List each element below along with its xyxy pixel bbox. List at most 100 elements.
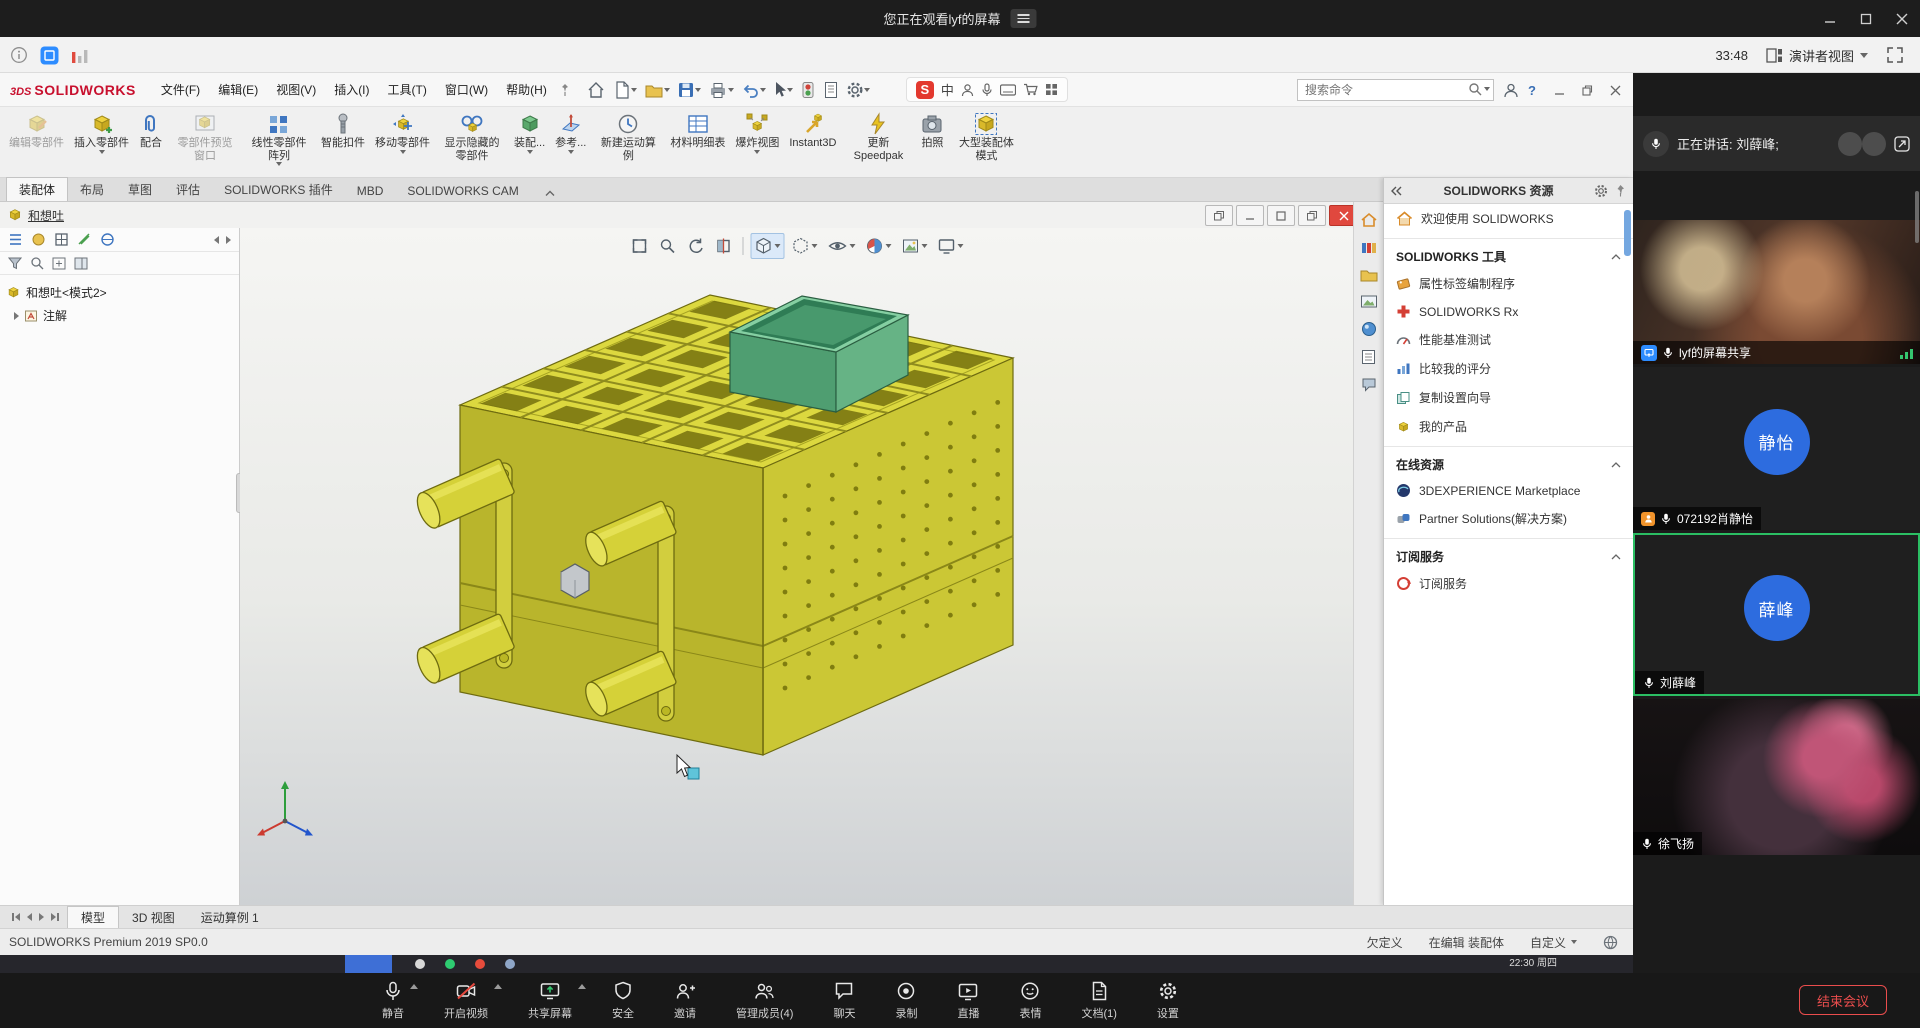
meeting-menu-icon[interactable] xyxy=(1011,9,1037,28)
dimxpert-tab-icon[interactable] xyxy=(77,232,92,247)
ribbon-show-hidden-button[interactable]: 显示隐藏的零部件 xyxy=(435,110,509,164)
record-button[interactable]: 录制 xyxy=(895,980,917,1021)
live-button[interactable]: 直播 xyxy=(957,980,979,1021)
property-manager-tab-icon[interactable] xyxy=(31,232,46,247)
chevron-up-icon[interactable] xyxy=(410,984,418,989)
new-document-button[interactable] xyxy=(611,78,639,102)
menu-help[interactable]: 帮助(H) xyxy=(497,73,556,107)
ribbon-reference-geometry-button[interactable]: 参考... xyxy=(550,110,591,156)
doc-restore-button[interactable] xyxy=(1298,205,1326,226)
section-subscription[interactable]: 订阅服务 xyxy=(1384,538,1633,569)
tab-3d-views[interactable]: 3D 视图 xyxy=(119,907,188,928)
welcome-solidworks-item[interactable]: 欢迎使用 SOLIDWORKS xyxy=(1384,204,1633,233)
save-button[interactable] xyxy=(675,79,703,101)
gear-icon[interactable] xyxy=(1594,184,1608,198)
emoji-button[interactable]: 表情 xyxy=(1019,980,1041,1021)
share-indicator-icon[interactable] xyxy=(1894,136,1910,152)
compare-my-score-item[interactable]: 比较我的评分 xyxy=(1384,354,1633,383)
share-screen-button[interactable]: 共享屏幕 xyxy=(528,980,572,1021)
feature-tree-tab-icon[interactable] xyxy=(8,232,23,247)
video-tile-lyf[interactable]: lyf的屏幕共享 xyxy=(1633,220,1920,364)
expand-tree-icon[interactable] xyxy=(52,257,66,270)
video-tile-xufeiyang[interactable]: 徐飞扬 xyxy=(1633,699,1920,855)
open-button[interactable] xyxy=(642,79,672,101)
invite-button[interactable]: 邀请 xyxy=(674,980,696,1021)
chat-button[interactable]: 聊天 xyxy=(833,980,855,1021)
taskbar-app-icon[interactable] xyxy=(415,959,425,969)
section-online-resources[interactable]: 在线资源 xyxy=(1384,446,1633,477)
home-button[interactable] xyxy=(584,78,608,102)
tab-addins[interactable]: SOLIDWORKS 插件 xyxy=(212,178,345,201)
status-custom[interactable]: 自定义 xyxy=(1530,934,1566,951)
print-button[interactable] xyxy=(706,79,736,101)
file-explorer-tab-icon[interactable] xyxy=(1360,267,1378,282)
select-button[interactable] xyxy=(771,79,795,101)
tree-annotations-item[interactable]: 注解 xyxy=(0,304,239,327)
tab-model[interactable]: 模型 xyxy=(67,906,119,928)
hex-nut[interactable] xyxy=(561,564,589,598)
menu-insert[interactable]: 插入(I) xyxy=(325,73,378,107)
solidworks-rx-item[interactable]: SOLIDWORKS Rx xyxy=(1384,298,1633,325)
mold-assembly-model[interactable] xyxy=(240,228,1353,905)
display-manager-tab-icon[interactable] xyxy=(100,232,115,247)
section-sw-tools[interactable]: SOLIDWORKS 工具 xyxy=(1384,238,1633,269)
configuration-tab-icon[interactable] xyxy=(54,232,69,247)
custom-properties-tab-icon[interactable] xyxy=(1361,349,1376,365)
my-products-item[interactable]: 我的产品 xyxy=(1384,412,1633,441)
appearances-tab-icon[interactable] xyxy=(1361,321,1377,337)
menu-view[interactable]: 视图(V) xyxy=(267,73,325,107)
video-tile-xiaojingyi[interactable]: 静怡 072192肖静怡 xyxy=(1633,367,1920,530)
doc-cascade-button[interactable] xyxy=(1205,205,1233,226)
search-icon[interactable] xyxy=(1468,82,1482,96)
video-tile-liuxuefeng[interactable]: 薛峰 刘薛峰 xyxy=(1633,533,1920,696)
collapse-chevrons-icon[interactable] xyxy=(1391,186,1403,196)
tree-tab-left-icon[interactable] xyxy=(214,236,219,244)
next-tab-button[interactable] xyxy=(39,913,44,921)
search-input[interactable] xyxy=(1297,79,1494,101)
sw-resources-tab-icon[interactable] xyxy=(1360,212,1378,228)
tree-tab-right-icon[interactable] xyxy=(226,236,231,244)
taskbar-app-icon[interactable] xyxy=(505,959,515,969)
quick-tips-icon[interactable] xyxy=(1603,935,1618,950)
design-library-tab-icon[interactable] xyxy=(1360,240,1378,255)
ribbon-move-component-button[interactable]: 移动零部件 xyxy=(370,110,435,156)
first-tab-button[interactable] xyxy=(12,913,20,921)
menu-pin-icon[interactable] xyxy=(558,83,572,97)
start-video-button[interactable]: 开启视频 xyxy=(444,980,488,1021)
last-tab-button[interactable] xyxy=(51,913,59,921)
ribbon-instant3d-button[interactable]: Instant3D xyxy=(784,110,841,152)
chevron-up-icon[interactable] xyxy=(494,984,502,989)
performance-benchmark-item[interactable]: 性能基准测试 xyxy=(1384,325,1633,354)
ribbon-update-speedpak-button[interactable]: 更新Speedpak xyxy=(841,110,915,164)
selection-highlight[interactable] xyxy=(688,768,699,779)
end-meeting-button[interactable]: 结束会议 xyxy=(1799,985,1887,1015)
documents-button[interactable]: 文档(1) xyxy=(1081,980,1116,1021)
copy-settings-wizard-item[interactable]: 复制设置向导 xyxy=(1384,383,1633,412)
doc-maximize-button[interactable] xyxy=(1267,205,1295,226)
menu-tools[interactable]: 工具(T) xyxy=(379,73,436,107)
sw-close-button[interactable] xyxy=(1601,78,1629,102)
ribbon-mate-button[interactable]: 配合 xyxy=(134,110,168,152)
sidebar-scrollbar[interactable] xyxy=(1915,191,1919,243)
fullscreen-icon[interactable] xyxy=(1886,46,1904,64)
rebuild-button[interactable] xyxy=(798,79,818,101)
tab-evaluate[interactable]: 评估 xyxy=(164,178,212,201)
ribbon-bom-button[interactable]: 材料明细表 xyxy=(665,110,730,152)
chevron-up-icon[interactable] xyxy=(578,984,586,989)
subscription-services-item[interactable]: 订阅服务 xyxy=(1384,569,1633,598)
view-palette-tab-icon[interactable] xyxy=(1360,294,1378,309)
ime-toolbar[interactable]: S 中 xyxy=(906,77,1068,102)
security-button[interactable]: 安全 xyxy=(612,980,634,1021)
tab-sketch[interactable]: 草图 xyxy=(116,178,164,201)
ribbon-linear-pattern-button[interactable]: 线性零部件阵列 xyxy=(242,110,316,168)
menu-edit[interactable]: 编辑(E) xyxy=(209,73,267,107)
sw-restore-button[interactable] xyxy=(1573,78,1601,102)
ribbon-take-snapshot-button[interactable]: 拍照 xyxy=(915,110,949,152)
options-button[interactable] xyxy=(844,79,872,101)
taskbar-app-icon[interactable] xyxy=(475,959,485,969)
mute-button[interactable]: 静音 xyxy=(382,980,404,1021)
display-pane-icon[interactable] xyxy=(74,257,88,270)
tab-cam[interactable]: SOLIDWORKS CAM xyxy=(395,181,530,201)
file-properties-button[interactable] xyxy=(821,79,841,101)
meeting-info-icon[interactable] xyxy=(10,46,28,64)
